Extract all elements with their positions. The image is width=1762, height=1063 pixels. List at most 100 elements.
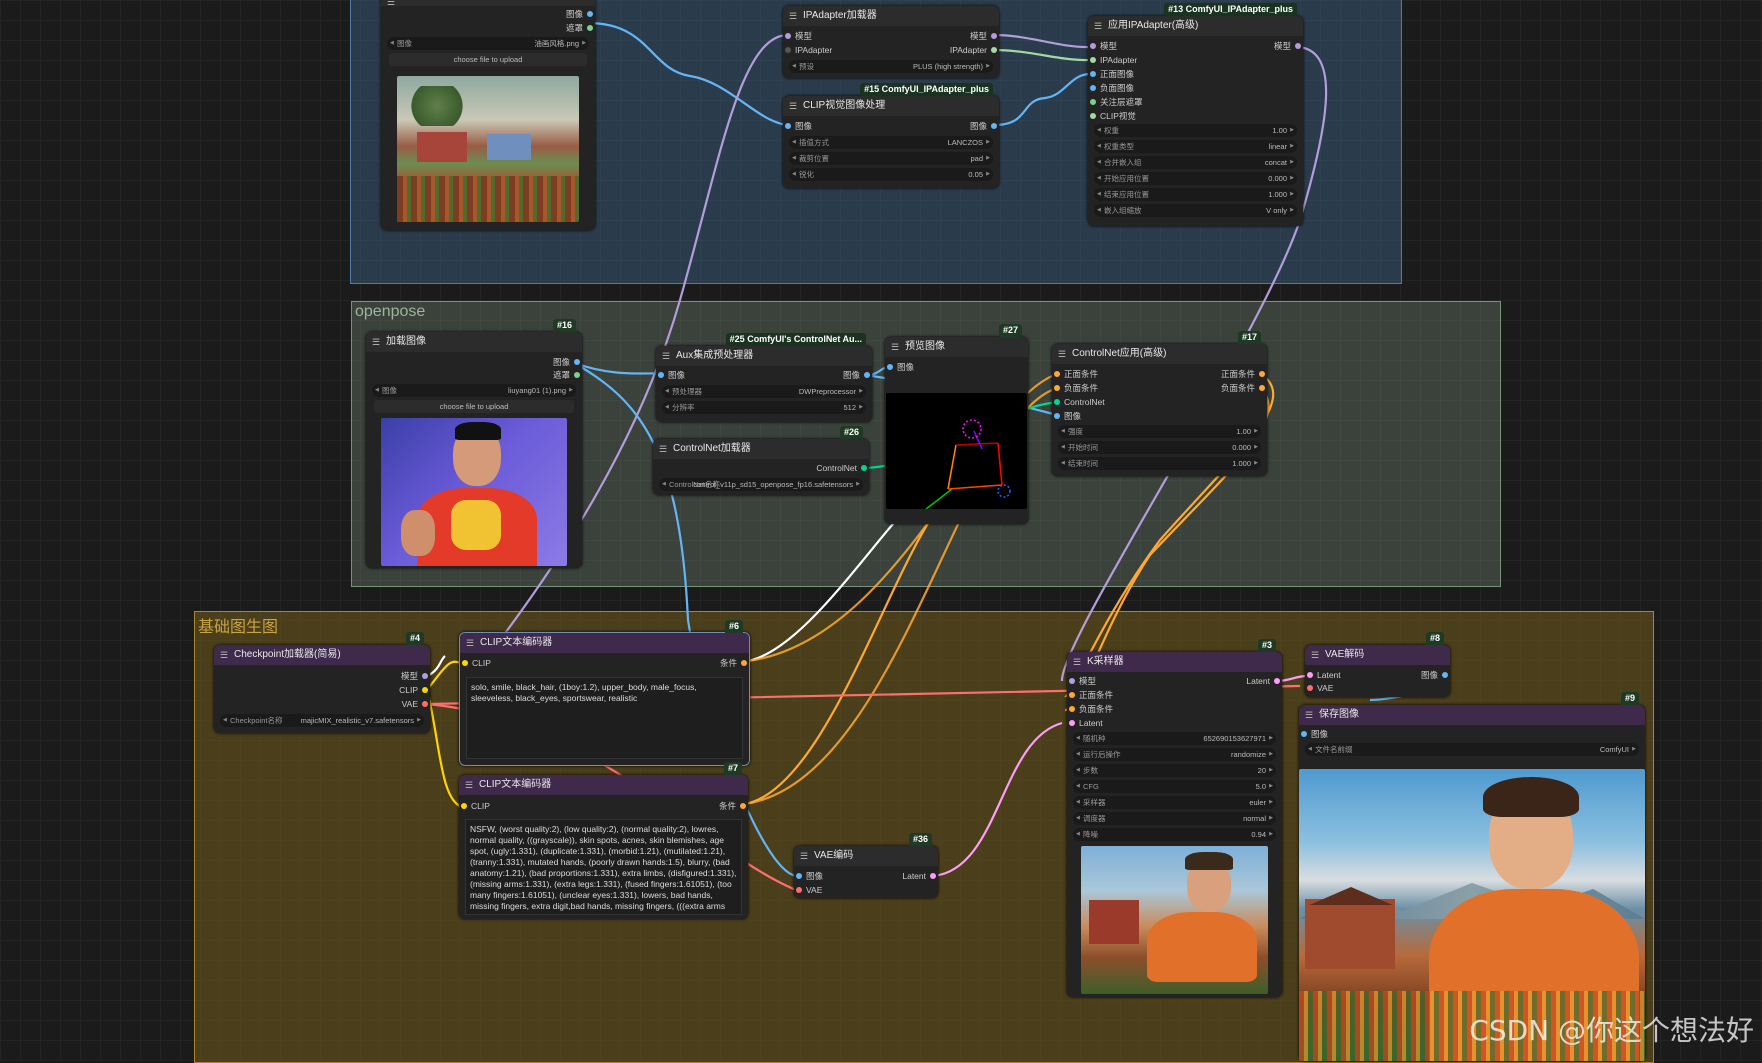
image-select-widget[interactable]: 图像 油画风格.png [387, 37, 589, 50]
input-negative[interactable]: 负面条件 [1067, 703, 1113, 715]
output-image[interactable]: 图像 [1421, 669, 1450, 681]
input-clip[interactable]: CLIP [459, 800, 490, 812]
node-header[interactable]: VAE编码 [794, 846, 938, 866]
preset-widget[interactable]: 预设 PLUS (high strength) [789, 60, 993, 73]
port-dot[interactable] [1069, 720, 1075, 726]
embeds-scaling-widget[interactable]: 嵌入组缩放 V only [1094, 204, 1297, 217]
controlnet-apply-node[interactable]: #17 ControlNet应用(高级) 正面条件 正面条件 负面条件 负面条件… [1052, 331, 1267, 476]
seed-widget[interactable]: 随机种 652690153627971 [1073, 732, 1276, 745]
upload-button[interactable]: choose file to upload [389, 53, 587, 66]
controlnet-loader-node[interactable]: #26 ControlNet加载器 ControlNet ControlNet名… [653, 426, 869, 495]
ksampler-node[interactable]: #3 K采样器 模型 Latent 正面条件 负面条件 Latent 随机种 65… [1067, 639, 1282, 997]
node-header[interactable]: CLIP文本编码器 [460, 633, 749, 653]
resolution-widget[interactable]: 分辨率 512 [662, 401, 866, 414]
port-dot[interactable] [1090, 99, 1096, 105]
start-percent-widget[interactable]: 开始时间 0.000 [1058, 441, 1261, 454]
port-dot[interactable] [1054, 385, 1060, 391]
port-dot[interactable] [796, 887, 802, 893]
apply-ipadapter-node[interactable]: #13 ComfyUI_IPAdapter_plus 应用IPAdapter(高… [1088, 3, 1303, 226]
clip-vision-prep-node[interactable]: #15 ComfyUI_IPAdapter_plus CLIP视觉图像处理 图像… [783, 83, 999, 188]
output-model[interactable]: 模型 [401, 670, 430, 682]
controlnet-name-widget[interactable]: ControlNet名称control_v11p_sd15_openpose_f… [659, 478, 863, 491]
input-vae[interactable]: VAE [1305, 682, 1333, 694]
start-at-widget[interactable]: 开始应用位置 0.000 [1094, 172, 1297, 185]
input-attention-mask[interactable]: 关注层遮罩 [1088, 96, 1143, 108]
node-header[interactable]: ControlNet应用(高级) [1052, 344, 1267, 364]
input-image[interactable]: 图像 [783, 120, 812, 132]
load-image-16-node[interactable]: #16 加载图像 图像 遮罩 图像 liuyang01 (1).png choos… [366, 319, 582, 568]
port-dot[interactable] [991, 123, 997, 129]
port-dot[interactable] [861, 465, 867, 471]
input-latent[interactable]: Latent [1067, 717, 1103, 729]
port-dot[interactable] [658, 372, 664, 378]
port-dot[interactable] [1274, 678, 1280, 684]
output-ipadapter[interactable]: IPAdapter [950, 44, 999, 56]
port-dot[interactable] [1301, 731, 1307, 737]
port-dot[interactable] [1295, 43, 1301, 49]
weight-type-widget[interactable]: 权重类型 linear [1094, 140, 1297, 153]
cfg-widget[interactable]: CFG 5.0 [1073, 780, 1276, 793]
input-model[interactable]: 模型 [1088, 40, 1117, 52]
input-image[interactable]: 图像 [885, 361, 914, 373]
input-model[interactable]: 模型 [1067, 675, 1096, 687]
input-ipadapter[interactable]: IPAdapter [783, 44, 832, 56]
node-header[interactable]: 加载图像 [366, 332, 582, 352]
output-vae[interactable]: VAE [402, 698, 430, 710]
node-header[interactable] [381, 0, 595, 6]
node-graph-canvas[interactable]: openpose 基础图生图 ☰ 图像 遮罩 ◀ 图像 油画风格.png ▶ c… [0, 0, 1762, 1063]
steps-widget[interactable]: 步数 20 [1073, 764, 1276, 777]
output-image[interactable]: 图像 [843, 369, 872, 381]
preprocessor-widget[interactable]: 预处理器 DWPreprocessor [662, 385, 866, 398]
combine-embeds-widget[interactable]: 合并嵌入组 concat [1094, 156, 1297, 169]
weight-widget[interactable]: 权重 1.00 [1094, 124, 1297, 137]
end-at-widget[interactable]: 结束应用位置 1.000 [1094, 188, 1297, 201]
filename-prefix-widget[interactable]: 文件名前缀 ComfyUI [1305, 743, 1639, 756]
port-dot[interactable] [1054, 371, 1060, 377]
node-header[interactable]: Aux集成预处理器 [656, 346, 872, 366]
port-dot[interactable] [785, 123, 791, 129]
output-image[interactable]: 图像 [970, 120, 999, 132]
port-dot[interactable] [422, 687, 428, 693]
control-after-generate-widget[interactable]: 运行后操作 randomize [1073, 748, 1276, 761]
input-vae[interactable]: VAE [794, 884, 822, 896]
port-dot[interactable] [741, 660, 747, 666]
port-dot[interactable] [574, 359, 580, 365]
save-image-node[interactable]: #9 保存图像 图像 文件名前缀 ComfyUI [1299, 692, 1645, 1061]
interpolation-widget[interactable]: 插值方式 LANCZOS [789, 136, 993, 149]
output-latent[interactable]: Latent [902, 870, 938, 882]
port-dot[interactable] [930, 873, 936, 879]
port-dot[interactable] [1090, 43, 1096, 49]
input-controlnet[interactable]: ControlNet [1052, 396, 1105, 408]
port-dot[interactable] [1054, 413, 1060, 419]
port-dot[interactable] [864, 372, 870, 378]
input-model[interactable]: 模型 [783, 30, 812, 42]
strength-widget[interactable]: 强度 1.00 [1058, 425, 1261, 438]
node-header[interactable]: CLIP视觉图像处理 [783, 96, 999, 116]
node-header[interactable]: 预览图像 [885, 337, 1028, 357]
clip-text-negative-node[interactable]: #7 CLIP文本编码器 CLIP 条件 NSFW, (worst qualit… [459, 762, 748, 919]
input-image[interactable]: 图像 [1299, 728, 1328, 740]
input-clip[interactable]: CLIP [460, 657, 491, 669]
crop-position-widget[interactable]: 裁剪位置 pad [789, 152, 993, 165]
node-header[interactable]: IPAdapter加载器 [783, 6, 999, 26]
port-dot[interactable] [1069, 678, 1075, 684]
output-clip[interactable]: CLIP [399, 684, 430, 696]
port-dot[interactable] [1259, 371, 1265, 377]
port-dot[interactable] [991, 33, 997, 39]
checkpoint-loader-node[interactable]: #4 Checkpoint加载器(简易) 模型 CLIP VAE Checkpo… [214, 632, 430, 733]
port-dot[interactable] [740, 803, 746, 809]
node-header[interactable]: VAE解码 [1305, 645, 1450, 665]
port-dot[interactable] [1069, 692, 1075, 698]
output-controlnet[interactable]: ControlNet [816, 462, 869, 474]
output-positive[interactable]: 正面条件 [1221, 368, 1267, 380]
port-dot[interactable] [422, 701, 428, 707]
vae-decode-node[interactable]: #8 VAE解码 Latent 图像 VAE [1305, 632, 1450, 697]
port-dot[interactable] [462, 660, 468, 666]
port-dot[interactable] [796, 873, 802, 879]
output-image[interactable]: 图像 [553, 356, 582, 368]
vae-encode-node[interactable]: #36 VAE编码 图像 Latent VAE [794, 833, 938, 898]
end-percent-widget[interactable]: 结束时间 1.000 [1058, 457, 1261, 470]
denoise-widget[interactable]: 降噪 0.94 [1073, 828, 1276, 841]
prompt-textarea[interactable]: NSFW, (worst quality:2), (low quality:2)… [465, 819, 742, 915]
node-header[interactable]: ControlNet加载器 [653, 439, 869, 459]
